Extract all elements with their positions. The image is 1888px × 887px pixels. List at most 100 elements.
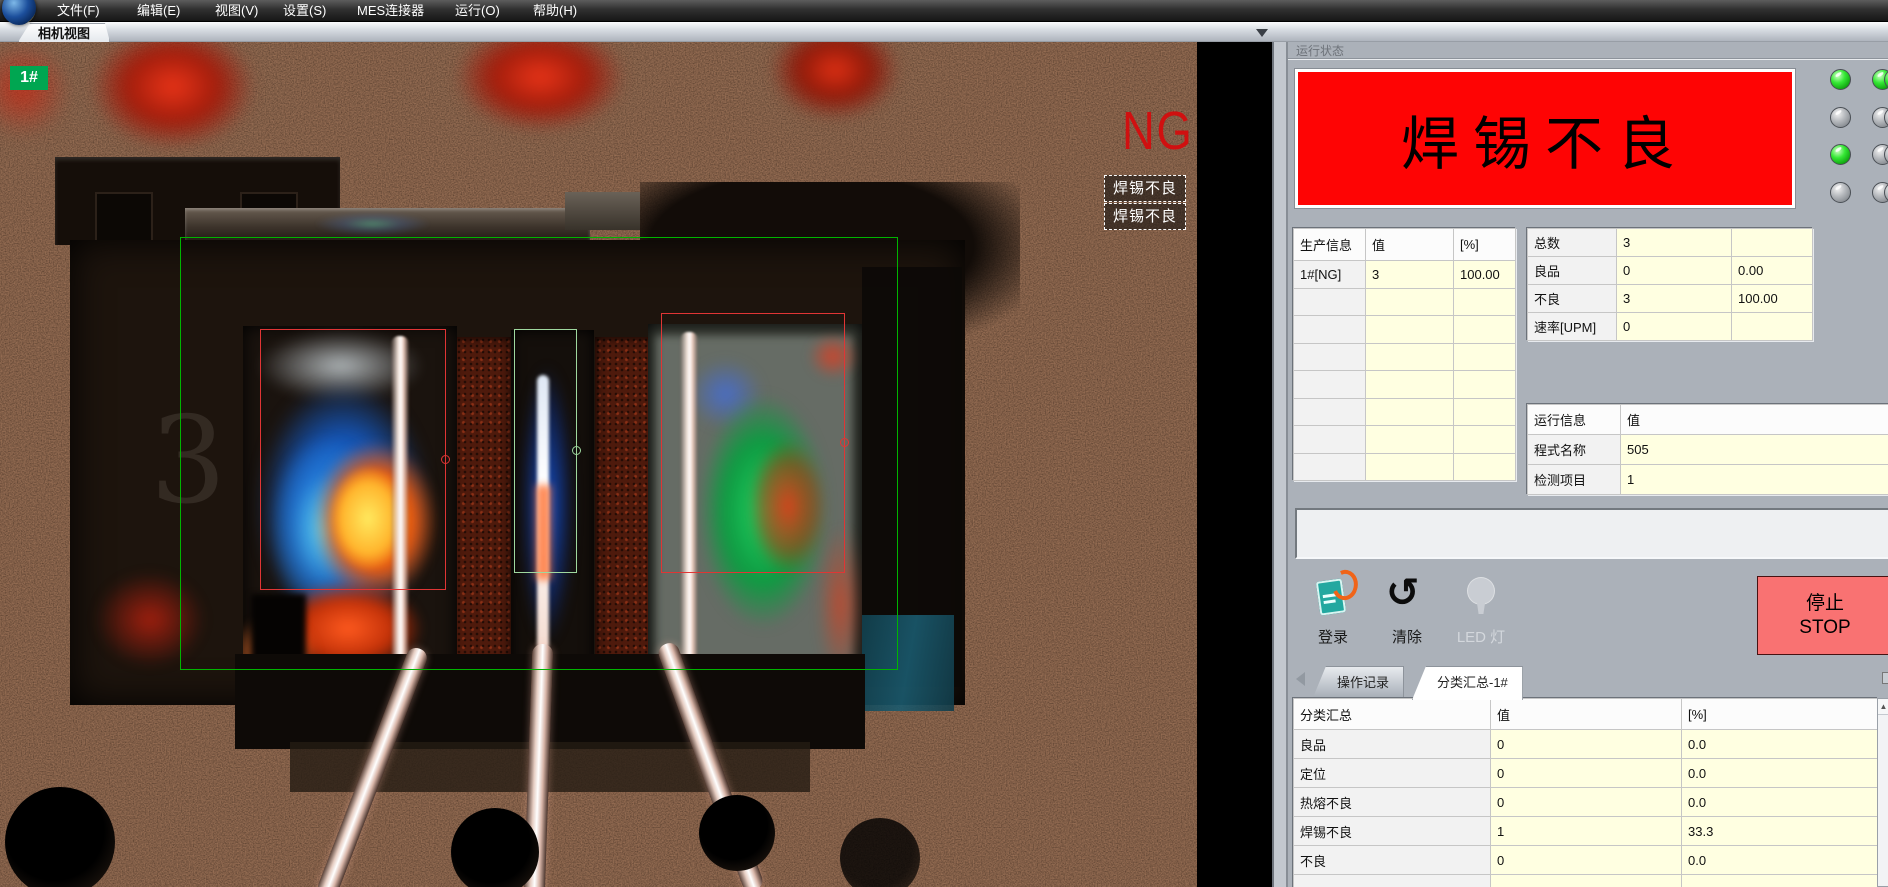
detection-box-handle	[572, 446, 581, 455]
cell: 检测项目	[1528, 465, 1621, 495]
bottom-tab-strip: 操作记录 分类汇总-1#	[1288, 664, 1888, 700]
table-row	[1294, 371, 1516, 399]
cell: 焊锡不良	[1294, 817, 1491, 846]
cell	[1294, 288, 1366, 316]
pin-icon[interactable]	[1882, 672, 1888, 684]
menu-file[interactable]: 文件(F)	[51, 0, 106, 22]
login-label: 登录	[1300, 626, 1366, 647]
login-button[interactable]: 登录	[1300, 574, 1366, 656]
inspection-photo: 3	[0, 42, 1197, 887]
table-row: 焊锡不良133.3	[1294, 817, 1878, 846]
chevron-down-icon[interactable]	[1256, 29, 1268, 37]
station-badge: 1#	[10, 66, 48, 90]
cell: 3	[1366, 261, 1454, 289]
menu-view[interactable]: 视图(V)	[209, 0, 264, 22]
structure-notch	[95, 192, 153, 244]
table-row	[1294, 875, 1878, 887]
clear-circular-arrow-icon: ↺	[1386, 570, 1420, 616]
table-row	[1294, 398, 1516, 426]
camera-viewport[interactable]: 3	[0, 42, 1272, 887]
cell: 程式名称	[1528, 435, 1621, 465]
tab-summary[interactable]: 分类汇总-1#	[1412, 666, 1523, 700]
cell: 0.0	[1682, 788, 1878, 817]
panel-splitter[interactable]	[1272, 42, 1288, 887]
detection-box-handle	[441, 455, 450, 464]
totals-table: 总数3良品00.00不良3100.00速率[UPM]0	[1527, 228, 1813, 341]
table-row: 热熔不良00.0	[1294, 788, 1878, 817]
cell: 良品	[1294, 730, 1491, 759]
led-light-button[interactable]: LED 灯	[1448, 574, 1514, 656]
led-label: LED 灯	[1448, 626, 1514, 647]
tab-camera-view[interactable]: 相机视图	[18, 23, 110, 42]
lightbulb-icon	[1468, 578, 1494, 604]
header-cell: 生产信息	[1294, 229, 1366, 261]
table-row	[1294, 453, 1516, 481]
status-banner-text: 焊锡不良	[1401, 97, 1689, 181]
cell	[1454, 343, 1516, 371]
tab-scroll-left-icon[interactable]	[1296, 672, 1305, 686]
cell	[1454, 288, 1516, 316]
cell	[1294, 453, 1366, 481]
header-cell: 值	[1491, 699, 1682, 730]
cell: 0	[1617, 313, 1732, 341]
cell	[1732, 313, 1813, 341]
stop-button[interactable]: 停止 STOP	[1757, 576, 1888, 655]
summary-table-scrollbar[interactable]: ▲	[1877, 698, 1888, 887]
menu-help[interactable]: 帮助(H)	[527, 0, 583, 22]
app-logo-icon	[2, 0, 36, 25]
table-row: 不良00.0	[1294, 846, 1878, 875]
metal-post	[565, 192, 640, 230]
menu-edit[interactable]: 编辑(E)	[131, 0, 186, 22]
table-row	[1294, 316, 1516, 344]
view-tab-strip: 相机视图	[0, 22, 1888, 42]
table-row: 不良3100.00	[1528, 285, 1813, 313]
cell	[1454, 316, 1516, 344]
table-header-row: 运行信息值	[1528, 405, 1888, 435]
cell: 505	[1621, 435, 1888, 465]
cell: 0.00	[1732, 257, 1813, 285]
table-header-row: 分类汇总值[%]	[1294, 699, 1878, 730]
cell	[1454, 398, 1516, 426]
led-green-icon	[1830, 69, 1851, 90]
cell	[1294, 371, 1366, 399]
cell: 0.0	[1682, 730, 1878, 759]
defect-label: 焊锡不良	[1104, 203, 1186, 230]
header-cell: 值	[1621, 405, 1888, 435]
cell: 1	[1621, 465, 1888, 495]
tab-operation-log[interactable]: 操作记录	[1312, 666, 1404, 700]
cell: 1#[NG]	[1294, 261, 1366, 289]
table-row	[1294, 343, 1516, 371]
panel-title: 运行状态	[1296, 42, 1344, 59]
clear-label: 清除	[1374, 626, 1440, 647]
app-window: 文件(F) 编辑(E) 视图(V) 设置(S) MES连接器 运行(O) 帮助(…	[0, 0, 1888, 887]
detection-box	[661, 313, 845, 573]
cell: 0.0	[1682, 846, 1878, 875]
cell	[1366, 426, 1454, 454]
cell: 总数	[1528, 229, 1617, 257]
menu-settings[interactable]: 设置(S)	[277, 0, 332, 22]
cell	[1682, 875, 1878, 887]
cell: 33.3	[1682, 817, 1878, 846]
cell	[1366, 316, 1454, 344]
menu-mes-connector[interactable]: MES连接器	[351, 0, 430, 22]
cell	[1366, 453, 1454, 481]
scroll-up-icon[interactable]: ▲	[1878, 699, 1888, 715]
cell	[1294, 426, 1366, 454]
table-row	[1294, 426, 1516, 454]
run-info-table: 运行信息值程式名称505检测项目1	[1527, 404, 1888, 495]
menu-bar: 文件(F) 编辑(E) 视图(V) 设置(S) MES连接器 运行(O) 帮助(…	[0, 0, 1888, 22]
menu-run[interactable]: 运行(O)	[449, 0, 506, 22]
clear-button[interactable]: ↺ 清除	[1374, 574, 1440, 656]
table-row: 速率[UPM]0	[1528, 313, 1813, 341]
cell	[1294, 875, 1491, 887]
cell	[1454, 371, 1516, 399]
led-gray-icon	[1830, 107, 1851, 128]
table-row: 良品00.00	[1528, 257, 1813, 285]
detection-box-handle	[840, 438, 849, 447]
board-hole	[5, 787, 115, 887]
board-hole	[451, 808, 539, 887]
cell: 100.00	[1454, 261, 1516, 289]
message-box	[1295, 508, 1888, 559]
cell: 定位	[1294, 759, 1491, 788]
cell	[1454, 453, 1516, 481]
